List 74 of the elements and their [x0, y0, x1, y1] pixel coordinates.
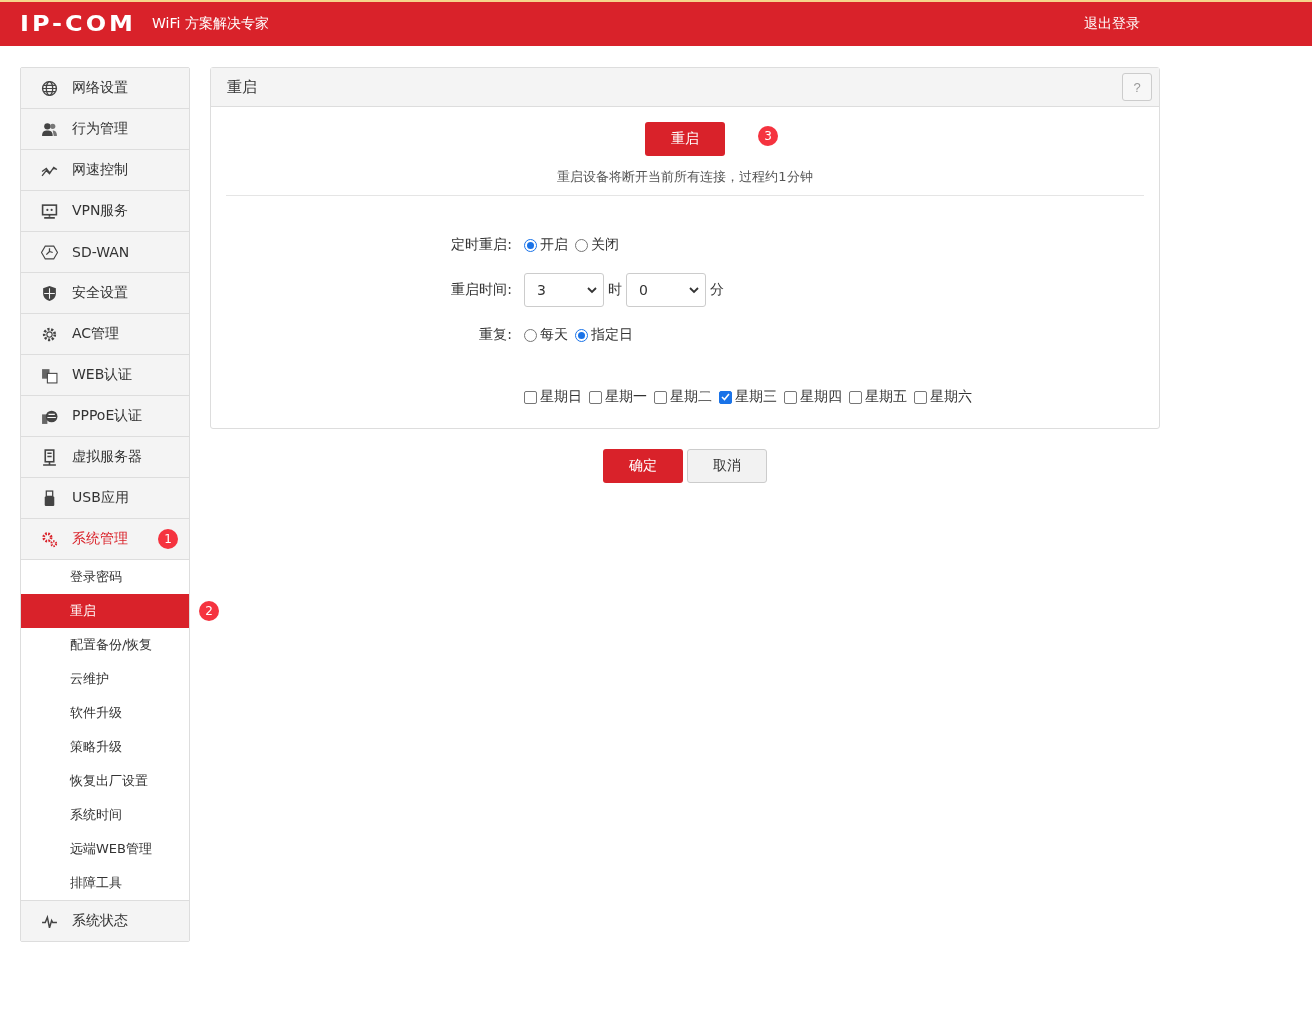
- checkbox[interactable]: [654, 390, 667, 404]
- documents-icon: [41, 366, 58, 384]
- field-label: 重复:: [478, 326, 513, 344]
- radio-label: 每天: [540, 326, 568, 344]
- panel-title: 重启: [227, 77, 257, 97]
- radio-button[interactable]: [575, 238, 588, 252]
- chevron-down-icon: [587, 286, 597, 294]
- sidebar-item[interactable]: 虚拟服务器: [21, 437, 189, 478]
- step-badge: 1: [158, 529, 178, 549]
- checkbox[interactable]: [914, 390, 927, 404]
- submenu-item[interactable]: 恢复出厂设置: [21, 764, 189, 798]
- reboot-note: 重启设备将断开当前所有连接，过程约1分钟: [557, 168, 813, 186]
- reboot-button[interactable]: 重启: [645, 122, 725, 156]
- radio-label: 关闭: [591, 236, 619, 254]
- checkbox-label: 星期一: [605, 388, 647, 406]
- sidebar-item[interactable]: WEB认证: [21, 355, 189, 396]
- checkbox[interactable]: [784, 390, 797, 404]
- sidebar-item[interactable]: 网速控制: [21, 150, 189, 191]
- radio-button[interactable]: [575, 328, 588, 342]
- step-badge: 3: [758, 126, 778, 146]
- sidebar-item[interactable]: 安全设置: [21, 273, 189, 314]
- server-icon: [41, 448, 58, 466]
- globe-icon: [41, 79, 58, 97]
- chevron-down-icon: [689, 286, 699, 294]
- sidebar-item[interactable]: PPPoE认证: [21, 396, 189, 437]
- hexagon-icon: [41, 243, 58, 261]
- unit-label: 分: [710, 281, 724, 299]
- shield-icon: [41, 284, 58, 302]
- hour-dropdown[interactable]: 3: [524, 273, 604, 307]
- field-label: 定时重启:: [450, 236, 513, 254]
- pulse-icon: [41, 912, 58, 930]
- checkbox-label: 星期五: [865, 388, 907, 406]
- sidebar-item[interactable]: VPN服务: [21, 191, 189, 232]
- checkbox-label: 星期三: [735, 388, 777, 406]
- checkbox-label: 星期六: [930, 388, 972, 406]
- checkbox-label: 星期二: [670, 388, 712, 406]
- minute-dropdown[interactable]: 0: [626, 273, 706, 307]
- cancel-button[interactable]: 取消: [687, 449, 767, 483]
- logo: IP-COM: [20, 12, 136, 36]
- submenu-item[interactable]: 云维护: [21, 662, 189, 696]
- logout-link[interactable]: 退出登录: [1084, 15, 1140, 33]
- radio-button[interactable]: [524, 328, 537, 342]
- submenu-item[interactable]: 配置备份/恢复: [21, 628, 189, 662]
- radio-label: 开启: [540, 236, 568, 254]
- sidebar-item[interactable]: 行为管理: [21, 109, 189, 150]
- checkbox[interactable]: [524, 390, 537, 404]
- submenu-item[interactable]: 远端WEB管理: [21, 832, 189, 866]
- submenu-item[interactable]: 软件升级: [21, 696, 189, 730]
- submenu-item[interactable]: 策略升级: [21, 730, 189, 764]
- checkbox-label: 星期日: [540, 388, 582, 406]
- users-icon: [41, 120, 58, 138]
- sidebar-item[interactable]: USB应用: [21, 478, 189, 519]
- gear-icon: [41, 325, 58, 343]
- radio-button[interactable]: [524, 238, 537, 252]
- checkbox-label: 星期四: [800, 388, 842, 406]
- checkbox[interactable]: [719, 390, 732, 404]
- submenu-item[interactable]: 系统时间: [21, 798, 189, 832]
- sidebar-item[interactable]: 网络设置: [21, 68, 189, 109]
- sidebar-item[interactable]: 系统状态: [21, 901, 189, 941]
- submenu-item[interactable]: 排障工具: [21, 866, 189, 900]
- sidebar-item[interactable]: SD-WAN: [21, 232, 189, 273]
- sidebar-item[interactable]: 系统管理 1: [21, 519, 189, 560]
- step-badge: 2: [199, 601, 219, 621]
- confirm-button[interactable]: 确定: [603, 449, 683, 483]
- tagline: WiFi 方案解决专家: [151, 15, 269, 33]
- unit-label: 时: [608, 281, 622, 299]
- checkbox[interactable]: [589, 390, 602, 404]
- gears-icon: [41, 530, 58, 548]
- checkbox[interactable]: [849, 390, 862, 404]
- field-label: 重启时间:: [450, 281, 513, 299]
- submenu-item[interactable]: 登录密码: [21, 560, 189, 594]
- radio-label: 指定日: [591, 326, 633, 344]
- monitor-icon: [41, 202, 58, 220]
- sidebar-item[interactable]: AC管理: [21, 314, 189, 355]
